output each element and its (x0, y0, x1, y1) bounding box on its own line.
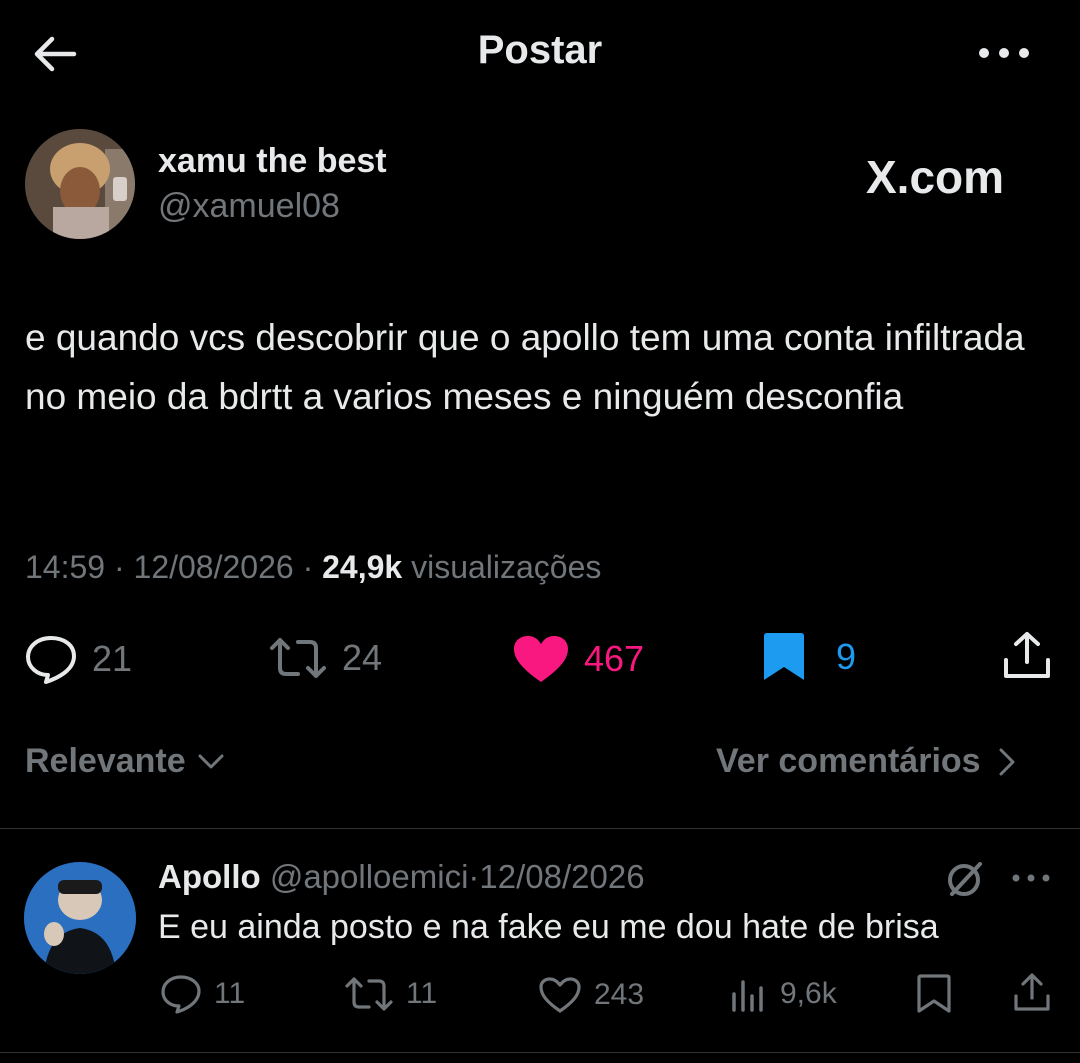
author-display-name[interactable]: xamu the best (158, 142, 387, 181)
author-avatar[interactable] (25, 129, 135, 239)
post-time: 14:59 (25, 549, 106, 585)
reply-like-count: 243 (594, 978, 645, 1011)
reply-reply-count: 11 (214, 977, 246, 1010)
chevron-right-icon (999, 748, 1015, 775)
post-date: 12/08/2026 (133, 549, 294, 585)
bookmark-filled-icon (764, 633, 804, 680)
reply-header: Apollo @apolloemici·12/08/2026 (158, 858, 645, 896)
reply-views-count: 9,6k (780, 977, 837, 1010)
reply-avatar[interactable] (24, 862, 136, 974)
page-title: Postar (477, 28, 603, 72)
bookmark-button[interactable]: 9 (762, 632, 856, 682)
reply-bookmark-button[interactable] (916, 974, 952, 1014)
more-horizontal-icon (979, 48, 1029, 58)
repost-icon (345, 977, 393, 1011)
views-label: visualizações (411, 549, 602, 585)
reply-views-button[interactable]: 9,6k (730, 976, 837, 1012)
repost-count: 24 (342, 637, 383, 678)
view-comments-link[interactable]: Ver comentários (716, 742, 1015, 781)
reply-count: 21 (92, 638, 133, 679)
reply-more-button[interactable] (1010, 868, 1052, 888)
bookmark-count: 9 (836, 636, 857, 677)
reply-display-name[interactable]: Apollo (158, 858, 261, 895)
more-horizontal-icon (1012, 874, 1050, 882)
reply-text: E eu ainda posto e na fake eu me dou hat… (158, 908, 939, 946)
share-icon (1014, 973, 1050, 1011)
share-icon (1004, 632, 1050, 678)
reply-reply-button[interactable]: 11 (160, 974, 245, 1014)
post-meta: 14:59 · 12/08/2026 · 24,9k visualizações (25, 549, 601, 586)
grok-icon (948, 862, 982, 896)
reply-share-button[interactable] (1012, 972, 1052, 1012)
like-button[interactable]: 467 (512, 634, 644, 684)
separator: · (113, 549, 125, 585)
reply-button[interactable]: 21 (24, 634, 132, 684)
reply-like-button[interactable]: 243 (538, 976, 644, 1014)
more-button[interactable] (974, 36, 1034, 70)
chevron-down-icon (198, 754, 224, 768)
analytics-icon (732, 980, 763, 1012)
divider (0, 1052, 1080, 1053)
sort-label: Relevante (25, 742, 186, 780)
author-handle[interactable]: @xamuel08 (158, 187, 340, 226)
sort-dropdown[interactable]: Relevante (25, 742, 224, 781)
views-count: 24,9k (322, 549, 403, 585)
heart-filled-icon (514, 636, 568, 682)
reply-repost-count: 11 (406, 977, 438, 1010)
reply-date: 12/08/2026 (479, 858, 645, 895)
reply-repost-button[interactable]: 11 (344, 976, 437, 1012)
heart-icon (539, 977, 581, 1013)
reply-icon (26, 636, 76, 684)
separator: · (302, 549, 314, 585)
repost-icon (270, 638, 326, 678)
repost-button[interactable]: 24 (268, 636, 382, 680)
bookmark-icon (917, 974, 951, 1013)
separator: · (468, 858, 480, 895)
reply-icon (161, 975, 201, 1014)
divider (0, 828, 1080, 829)
share-button[interactable] (1002, 630, 1052, 680)
post-text: e quando vcs descobrir que o apollo tem … (25, 317, 1025, 417)
x-logo: X.com (866, 151, 1005, 203)
reply-handle[interactable]: @apolloemici (270, 858, 469, 895)
grok-button[interactable] (944, 858, 986, 900)
like-count: 467 (584, 638, 645, 679)
view-comments-label: Ver comentários (716, 742, 981, 780)
